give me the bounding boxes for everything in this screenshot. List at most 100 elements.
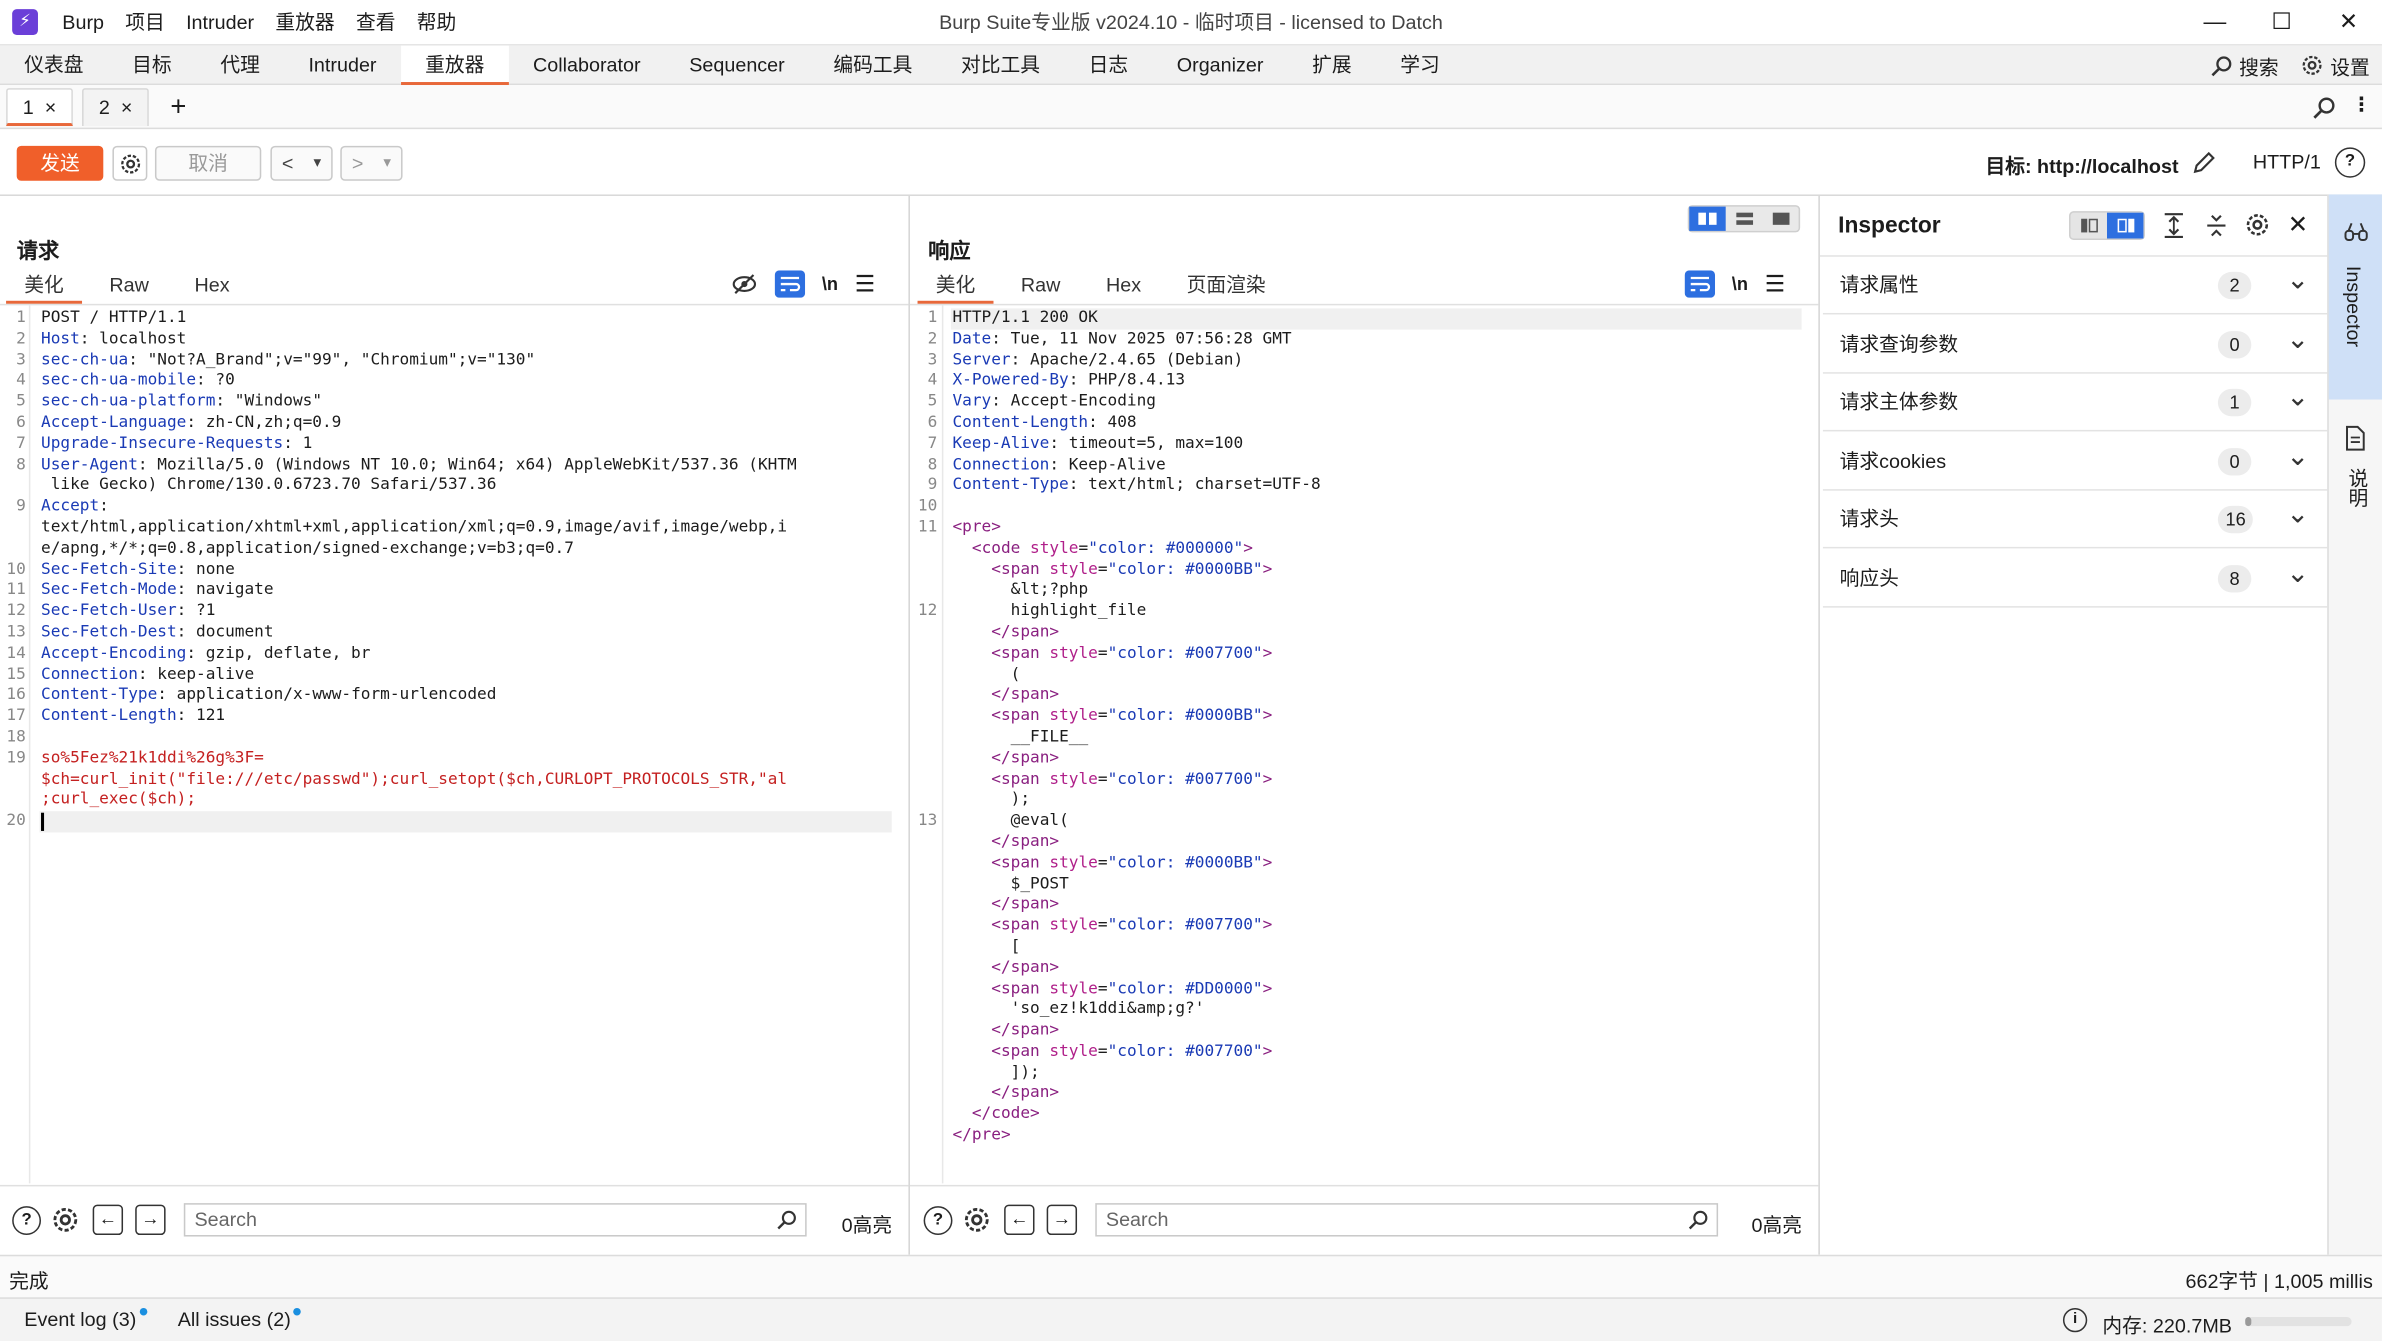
tool-tab[interactable]: 日志 bbox=[1064, 45, 1152, 84]
tab-hex[interactable]: Hex bbox=[1088, 267, 1160, 303]
tab-menu-icon[interactable]: ⋮ bbox=[2352, 93, 2372, 117]
request-search-input[interactable]: Search bbox=[183, 1203, 807, 1237]
chevron-down-icon[interactable]: ⌄ bbox=[2286, 491, 2309, 537]
wrap-lines-icon[interactable] bbox=[774, 270, 806, 298]
menu-item[interactable]: 项目 bbox=[115, 0, 176, 46]
editor-menu-icon[interactable]: ☰ bbox=[855, 270, 875, 298]
tab-raw[interactable]: Raw bbox=[91, 267, 167, 303]
tab-search-icon[interactable] bbox=[2312, 96, 2336, 120]
tool-tab[interactable]: Intruder bbox=[284, 45, 401, 84]
wrap-lines-icon[interactable] bbox=[1684, 270, 1716, 298]
chevron-down-icon[interactable]: ⌄ bbox=[2286, 549, 2309, 595]
response-editor[interactable]: HTTP/1.1 200 OK Date: Tue, 11 Nov 2025 07… bbox=[952, 308, 1803, 1181]
settings-button[interactable]: 设置 bbox=[2300, 51, 2370, 80]
minimize-icon[interactable]: — bbox=[2181, 0, 2248, 46]
close-inspector-icon[interactable]: ✕ bbox=[2288, 210, 2308, 240]
next-match-button[interactable]: → bbox=[1046, 1204, 1078, 1236]
newline-toggle-icon[interactable]: \n bbox=[822, 273, 838, 294]
send-button[interactable]: 发送 bbox=[16, 145, 104, 181]
tool-tab[interactable]: 重放器 bbox=[400, 44, 509, 85]
tag-name: span bbox=[1010, 1020, 1050, 1040]
menu-item[interactable]: 重放器 bbox=[265, 0, 346, 46]
forward-dropdown-icon[interactable]: ▾ bbox=[383, 147, 391, 179]
send-settings-button[interactable] bbox=[112, 145, 148, 181]
back-dropdown-icon[interactable]: ▾ bbox=[314, 147, 322, 179]
previous-match-button[interactable]: ← bbox=[92, 1204, 124, 1236]
hide-nonprintable-icon[interactable] bbox=[731, 270, 758, 297]
tool-tabs-right: 搜索 设置 bbox=[2210, 46, 2370, 85]
editor-menu-icon[interactable]: ☰ bbox=[1765, 270, 1785, 298]
tab-close-icon[interactable]: × bbox=[121, 95, 133, 118]
repeater-tab-2[interactable]: 2 × bbox=[82, 87, 150, 126]
add-tab-icon[interactable]: + bbox=[170, 90, 186, 122]
gear-icon[interactable] bbox=[962, 1205, 992, 1235]
chevron-down-icon[interactable]: ⌄ bbox=[2286, 257, 2309, 303]
repeater-tab-1[interactable]: 1 × bbox=[6, 87, 74, 126]
help-icon[interactable]: ? bbox=[12, 1206, 42, 1236]
previous-match-button[interactable]: ← bbox=[1004, 1204, 1035, 1236]
history-back-button[interactable]: < ▾ bbox=[270, 145, 333, 181]
code-line: ;curl_exec($ch); bbox=[41, 790, 892, 811]
tab-hex[interactable]: Hex bbox=[176, 267, 248, 303]
tab-render[interactable]: 页面渲染 bbox=[1168, 267, 1283, 303]
history-forward-button[interactable]: > ▾ bbox=[340, 145, 403, 181]
http-protocol-toggle[interactable]: HTTP/1 bbox=[2253, 150, 2321, 173]
tool-tab[interactable]: Organizer bbox=[1152, 45, 1287, 84]
tool-tab[interactable]: 目标 bbox=[108, 45, 196, 84]
inspector-section[interactable]: 请求查询参数 0 ⌄ bbox=[1822, 315, 2328, 373]
newline-toggle-icon[interactable]: \n bbox=[1732, 273, 1748, 294]
help-icon[interactable]: ? bbox=[923, 1206, 953, 1236]
tab-pretty[interactable]: 美化 bbox=[917, 267, 994, 304]
inspector-layout-right-icon[interactable] bbox=[2106, 212, 2144, 239]
tag-bracket: > bbox=[1049, 685, 1060, 704]
splitter[interactable] bbox=[908, 195, 910, 1255]
tool-tab[interactable]: Collaborator bbox=[509, 45, 665, 84]
sidebar-tab-notes[interactable]: 说明 bbox=[2329, 415, 2382, 537]
expand-all-icon[interactable] bbox=[2162, 213, 2186, 239]
inspector-section[interactable]: 请求cookies 0 ⌄ bbox=[1822, 432, 2328, 490]
inspector-section[interactable]: 请求属性 2 ⌄ bbox=[1822, 257, 2328, 315]
menu-item[interactable]: 帮助 bbox=[406, 0, 467, 46]
edit-target-icon[interactable] bbox=[2191, 149, 2218, 176]
inspector-section[interactable]: 请求主体参数 1 ⌄ bbox=[1822, 374, 2328, 432]
tool-tab[interactable]: 仪表盘 bbox=[0, 45, 108, 84]
sidebar-tab-inspector[interactable]: Inspector bbox=[2328, 194, 2382, 400]
chevron-down-icon[interactable]: ⌄ bbox=[2286, 432, 2309, 478]
chevron-down-icon[interactable]: ⌄ bbox=[2286, 315, 2309, 361]
collapse-all-icon[interactable] bbox=[2204, 213, 2228, 239]
response-search-input[interactable]: Search bbox=[1095, 1203, 1719, 1237]
gear-icon[interactable] bbox=[50, 1205, 80, 1235]
tab-pretty[interactable]: 美化 bbox=[6, 267, 83, 304]
close-icon[interactable]: ✕ bbox=[2315, 0, 2382, 46]
tool-tab[interactable]: 对比工具 bbox=[937, 45, 1065, 84]
layout-top-bottom-icon[interactable] bbox=[1726, 207, 1762, 231]
equals: = bbox=[1097, 853, 1108, 872]
inspector-section[interactable]: 响应头 8 ⌄ bbox=[1822, 549, 2328, 607]
tool-tab[interactable]: 代理 bbox=[196, 45, 284, 84]
layout-side-by-side-icon[interactable] bbox=[1689, 206, 1726, 231]
menu-item[interactable]: 查看 bbox=[345, 0, 406, 46]
tool-tab[interactable]: 编码工具 bbox=[809, 45, 937, 84]
tab-raw[interactable]: Raw bbox=[1003, 267, 1079, 303]
help-icon[interactable]: ? bbox=[2334, 147, 2366, 178]
maximize-icon[interactable]: ☐ bbox=[2248, 0, 2315, 46]
next-match-button[interactable]: → bbox=[135, 1204, 166, 1236]
inspector-layout-left-icon[interactable] bbox=[2071, 213, 2107, 239]
tool-tab[interactable]: 学习 bbox=[1376, 45, 1464, 84]
tool-tab[interactable]: Sequencer bbox=[665, 45, 809, 84]
tab-close-icon[interactable]: × bbox=[45, 95, 57, 118]
inspector-section[interactable]: 请求头 16 ⌄ bbox=[1822, 491, 2328, 549]
request-editor[interactable]: POST / HTTP/1.1 Host: localhost sec-ch-ua:… bbox=[41, 308, 892, 1181]
splitter[interactable] bbox=[1818, 195, 1820, 1255]
chevron-down-icon[interactable]: ⌄ bbox=[2286, 374, 2309, 420]
menu-item[interactable]: Burp bbox=[52, 0, 115, 46]
info-icon[interactable]: i bbox=[2062, 1307, 2088, 1333]
layout-tabs-icon[interactable] bbox=[1762, 207, 1798, 231]
gear-icon[interactable] bbox=[2244, 211, 2271, 238]
tool-tab[interactable]: 扩展 bbox=[1288, 45, 1376, 84]
event-log-button[interactable]: Event log (3) bbox=[24, 1307, 147, 1331]
menu-item[interactable]: Intruder bbox=[175, 0, 264, 46]
global-search-button[interactable]: 搜索 bbox=[2210, 51, 2279, 80]
cancel-button[interactable]: 取消 bbox=[154, 145, 262, 181]
all-issues-button[interactable]: All issues (2) bbox=[178, 1307, 302, 1331]
